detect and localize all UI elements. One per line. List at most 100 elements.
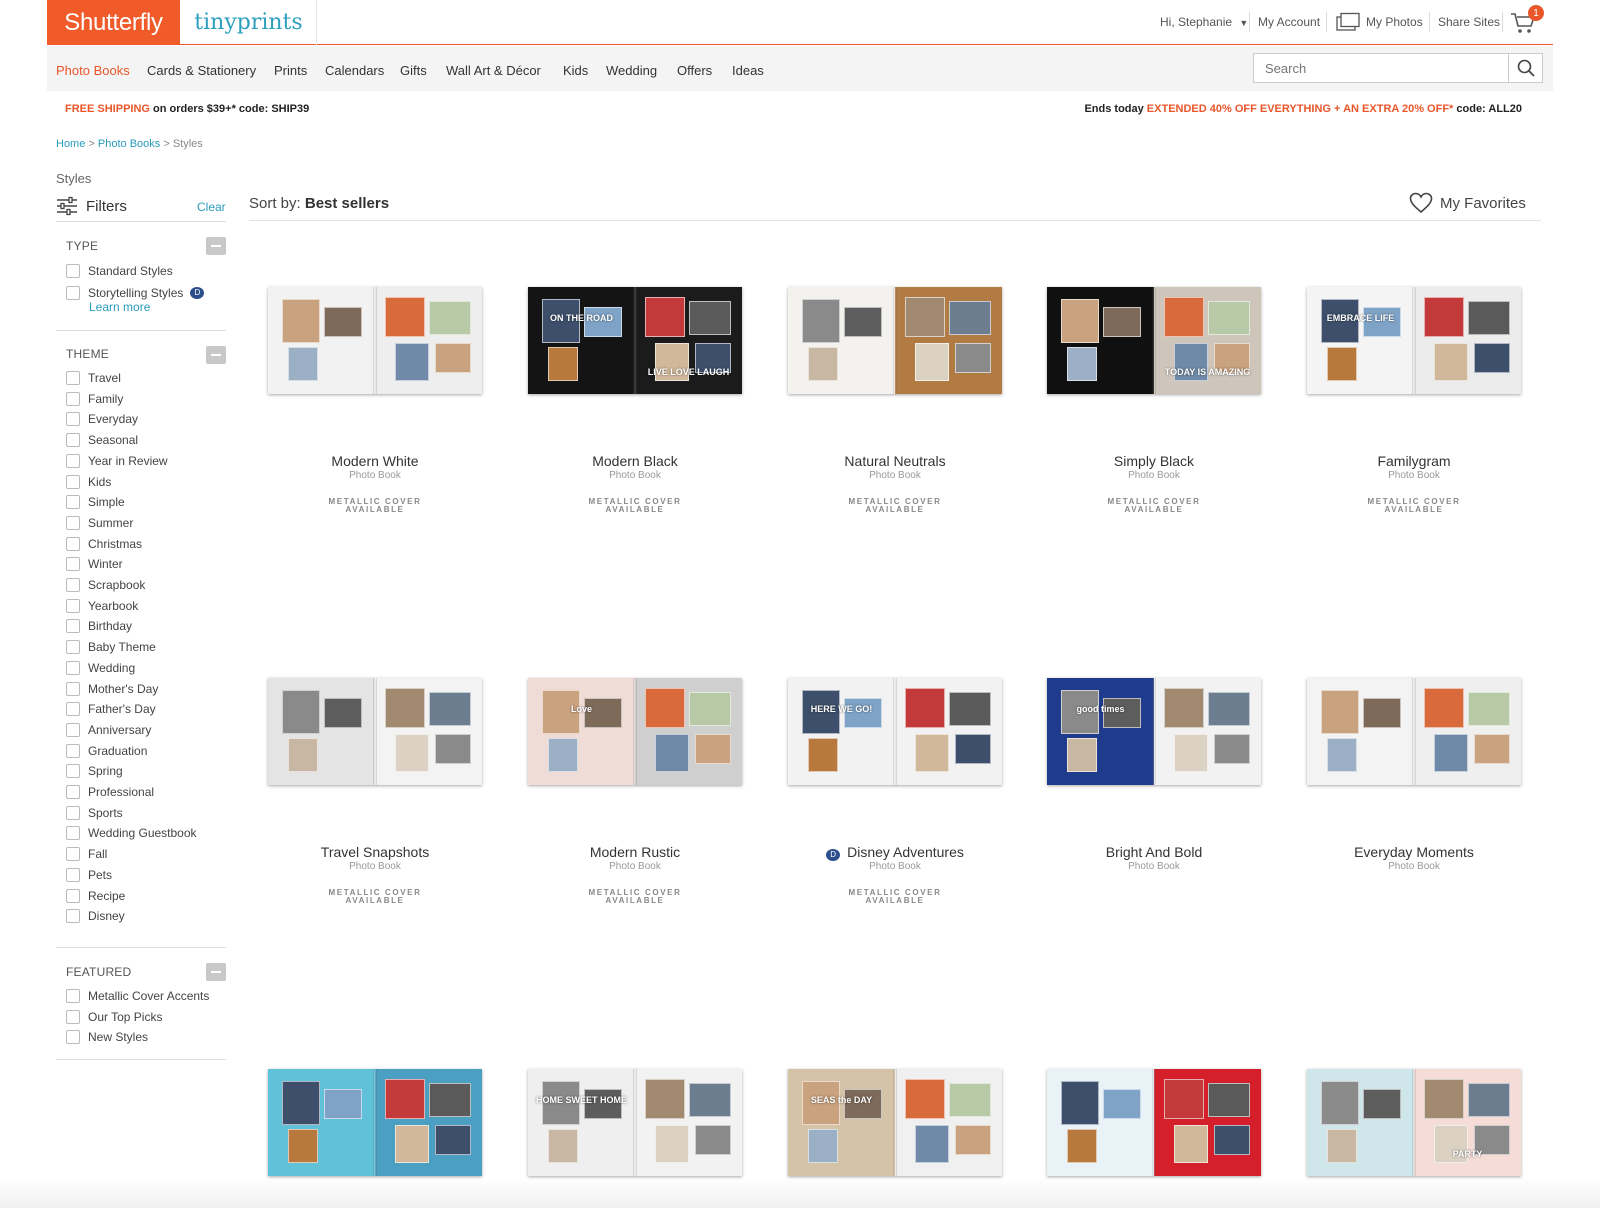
theme-filter-option[interactable]: Summer [66, 515, 133, 531]
checkbox[interactable] [66, 536, 80, 551]
theme-filter-option[interactable]: Graduation [66, 743, 147, 759]
checkbox[interactable] [66, 474, 80, 489]
photo-book-preview[interactable] [268, 287, 482, 394]
checkbox[interactable] [66, 391, 80, 406]
checkbox[interactable] [66, 743, 80, 758]
breadcrumb-photo-books[interactable]: Photo Books [98, 138, 160, 150]
theme-filter-option[interactable]: Wedding [66, 660, 135, 676]
theme-filter-option[interactable]: Everyday [66, 411, 138, 427]
tinyprints-logo[interactable]: tinyprints [181, 0, 317, 45]
checkbox[interactable] [66, 785, 80, 799]
photo-book-preview[interactable]: ON THE ROAD LIVE LOVE LAUGH [528, 287, 742, 394]
photo-book-preview[interactable]: Love [528, 678, 742, 785]
photo-book-preview[interactable]: TODAY IS AMAZING [1047, 287, 1261, 394]
photo-book-preview[interactable]: HERE WE GO! [788, 678, 1002, 785]
theme-filter-option[interactable]: Seasonal [66, 432, 138, 448]
checkbox[interactable] [66, 495, 80, 510]
theme-filter-option[interactable]: Kids [66, 474, 111, 490]
checkbox[interactable] [66, 660, 80, 675]
theme-filter-option[interactable]: Year in Review [66, 453, 168, 469]
photo-book-preview[interactable]: EMBRACE LIFE [1307, 287, 1521, 394]
product-name[interactable]: Familygram [1307, 453, 1521, 469]
product-name[interactable]: Modern Black [528, 453, 742, 469]
nav-cards-stationery[interactable]: Cards & Stationery [147, 63, 256, 78]
my-photos-link[interactable]: My Photos [1335, 12, 1423, 32]
search-input[interactable] [1254, 54, 1504, 82]
checkbox[interactable] [66, 989, 80, 1003]
checkbox[interactable] [66, 847, 80, 862]
photo-book-preview[interactable] [788, 287, 1002, 394]
photo-book-preview[interactable]: SEAS the DAY [788, 1069, 1002, 1176]
photo-book-preview[interactable] [268, 678, 482, 785]
theme-filter-option[interactable]: Spring [66, 763, 123, 779]
photo-book-preview[interactable]: PARTY [1307, 1069, 1521, 1176]
featured-filter-option[interactable]: Metallic Cover Accents [66, 988, 209, 1004]
nav-ideas[interactable]: Ideas [732, 63, 764, 78]
nav-wedding[interactable]: Wedding [606, 63, 657, 78]
checkbox[interactable] [66, 453, 80, 468]
checkbox[interactable] [66, 1009, 80, 1024]
theme-filter-option[interactable]: Father's Day [66, 701, 156, 717]
product-name[interactable]: Modern White [268, 453, 482, 469]
my-account-link[interactable]: My Account [1258, 15, 1320, 29]
checkbox[interactable] [66, 909, 80, 924]
sort-dropdown[interactable]: Sort by: Best sellers [249, 195, 389, 212]
theme-filter-option[interactable]: Disney [66, 908, 125, 924]
clear-filters-link[interactable]: Clear [197, 200, 226, 214]
theme-filter-option[interactable]: Fall [66, 846, 107, 862]
checkbox[interactable] [66, 681, 80, 696]
account-greeting-menu[interactable]: Hi, Stephanie ▼ [1160, 15, 1248, 29]
nav-prints[interactable]: Prints [274, 63, 307, 78]
search-button[interactable] [1508, 54, 1542, 82]
checkbox[interactable] [66, 640, 80, 655]
free-shipping-promo[interactable]: FREE SHIPPING on orders $39+* code: SHIP… [65, 103, 309, 115]
theme-filter-option[interactable]: Birthday [66, 618, 132, 634]
nav-calendars[interactable]: Calendars [325, 63, 384, 78]
theme-filter-option[interactable]: Christmas [66, 536, 142, 552]
theme-filter-option[interactable]: Simple [66, 494, 125, 510]
featured-filter-option[interactable]: Our Top Picks [66, 1009, 162, 1025]
nav-gifts[interactable]: Gifts [400, 63, 427, 78]
theme-filter-option[interactable]: Scrapbook [66, 577, 145, 593]
photo-book-preview[interactable]: HOME SWEET HOME [528, 1069, 742, 1176]
theme-filter-option[interactable]: Travel [66, 370, 121, 386]
nav-offers[interactable]: Offers [677, 63, 712, 78]
checkbox[interactable] [66, 888, 80, 903]
checkbox[interactable] [66, 433, 80, 448]
share-sites-link[interactable]: Share Sites [1438, 15, 1500, 29]
product-name[interactable]: Bright And Bold [1047, 844, 1261, 860]
product-name[interactable]: Modern Rustic [528, 844, 742, 860]
product-name[interactable]: D Disney Adventures [788, 844, 1002, 861]
checkbox[interactable] [66, 264, 80, 278]
nav-kids[interactable]: Kids [563, 63, 588, 78]
theme-filter-option[interactable]: Mother's Day [66, 681, 158, 697]
product-name[interactable]: Travel Snapshots [268, 844, 482, 860]
filter-option-standard-styles[interactable]: Standard Styles [66, 263, 173, 279]
type-collapse-button[interactable] [206, 237, 226, 255]
product-name[interactable]: Everyday Moments [1307, 844, 1521, 860]
theme-collapse-button[interactable] [206, 346, 226, 364]
theme-filter-option[interactable]: Anniversary [66, 722, 151, 738]
featured-collapse-button[interactable] [206, 963, 226, 981]
theme-filter-option[interactable]: Recipe [66, 888, 125, 904]
learn-more-link[interactable]: Learn more [89, 300, 150, 314]
nav-photo-books[interactable]: Photo Books [56, 63, 130, 78]
checkbox[interactable] [66, 412, 80, 427]
checkbox[interactable] [66, 578, 80, 592]
checkbox[interactable] [66, 371, 80, 385]
checkbox[interactable] [66, 702, 80, 717]
my-favorites-link[interactable]: My Favorites [1409, 192, 1526, 214]
checkbox[interactable] [66, 619, 80, 634]
theme-filter-option[interactable]: Baby Theme [66, 639, 156, 655]
theme-filter-option[interactable]: Professional [66, 784, 154, 800]
theme-filter-option[interactable]: Yearbook [66, 598, 138, 614]
checkbox[interactable] [66, 557, 80, 572]
product-name[interactable]: Natural Neutrals [788, 453, 1002, 469]
photo-book-preview[interactable] [1047, 1069, 1261, 1176]
theme-filter-option[interactable]: Wedding Guestbook [66, 825, 197, 841]
checkbox[interactable] [66, 722, 80, 737]
checkbox[interactable] [66, 286, 80, 300]
checkbox[interactable] [66, 764, 80, 779]
sale-promo[interactable]: Ends today EXTENDED 40% OFF EVERYTHING +… [1084, 103, 1522, 115]
photo-book-preview[interactable] [268, 1069, 482, 1176]
